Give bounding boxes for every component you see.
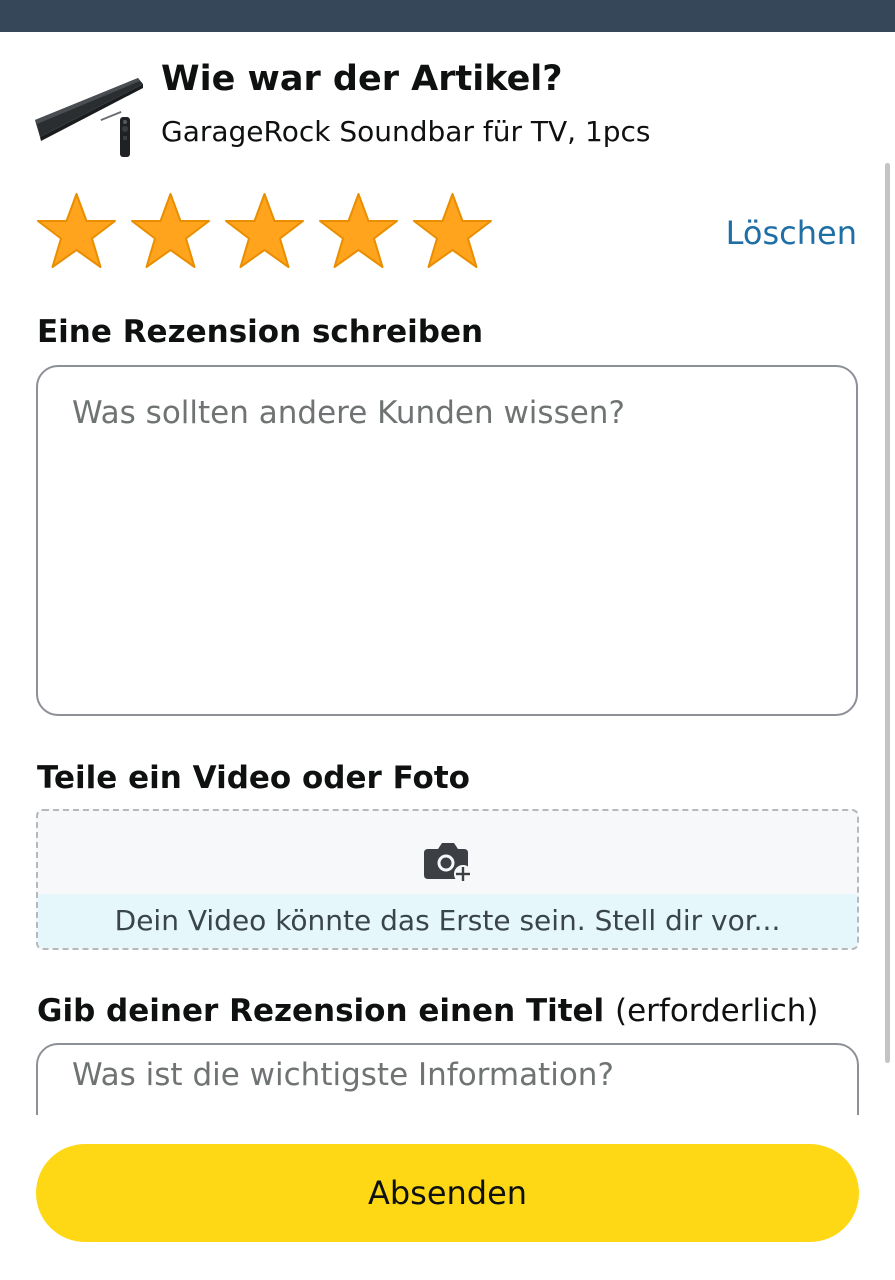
media-upload-area[interactable]: Dein Video könnte das Erste sein. Stell … (36, 809, 859, 950)
star-4-icon[interactable] (316, 190, 401, 276)
title-label: Gib deiner Rezension einen Titel (erford… (37, 990, 819, 1032)
star-2-icon[interactable] (128, 190, 213, 276)
star-1-icon[interactable] (34, 190, 119, 276)
clear-rating-link[interactable]: Löschen (726, 212, 857, 254)
camera-add-icon (424, 843, 472, 883)
product-thumbnail (35, 78, 143, 157)
star-3-icon[interactable] (222, 190, 307, 276)
required-note: (erforderlich) (615, 993, 819, 1029)
review-label: Eine Rezension schreiben (37, 314, 484, 350)
star-rating[interactable] (34, 190, 495, 276)
scrollbar[interactable] (885, 163, 890, 1063)
review-textarea[interactable] (36, 365, 858, 716)
product-name: GarageRock Soundbar für TV, 1pcs (161, 115, 651, 148)
review-title-input[interactable] (36, 1043, 859, 1115)
star-5-icon[interactable] (410, 190, 495, 276)
submit-button[interactable]: Absenden (36, 1144, 859, 1242)
media-label: Teile ein Video oder Foto (37, 760, 470, 796)
title-field-container (36, 1043, 859, 1115)
title-label-text: Gib deiner Rezension einen Titel (37, 993, 605, 1029)
footer-bar: Absenden (0, 1116, 895, 1280)
page-heading: Wie war der Artikel? (161, 59, 563, 99)
upload-hint: Dein Video könnte das Erste sein. Stell … (38, 894, 857, 948)
top-app-bar (0, 0, 895, 32)
